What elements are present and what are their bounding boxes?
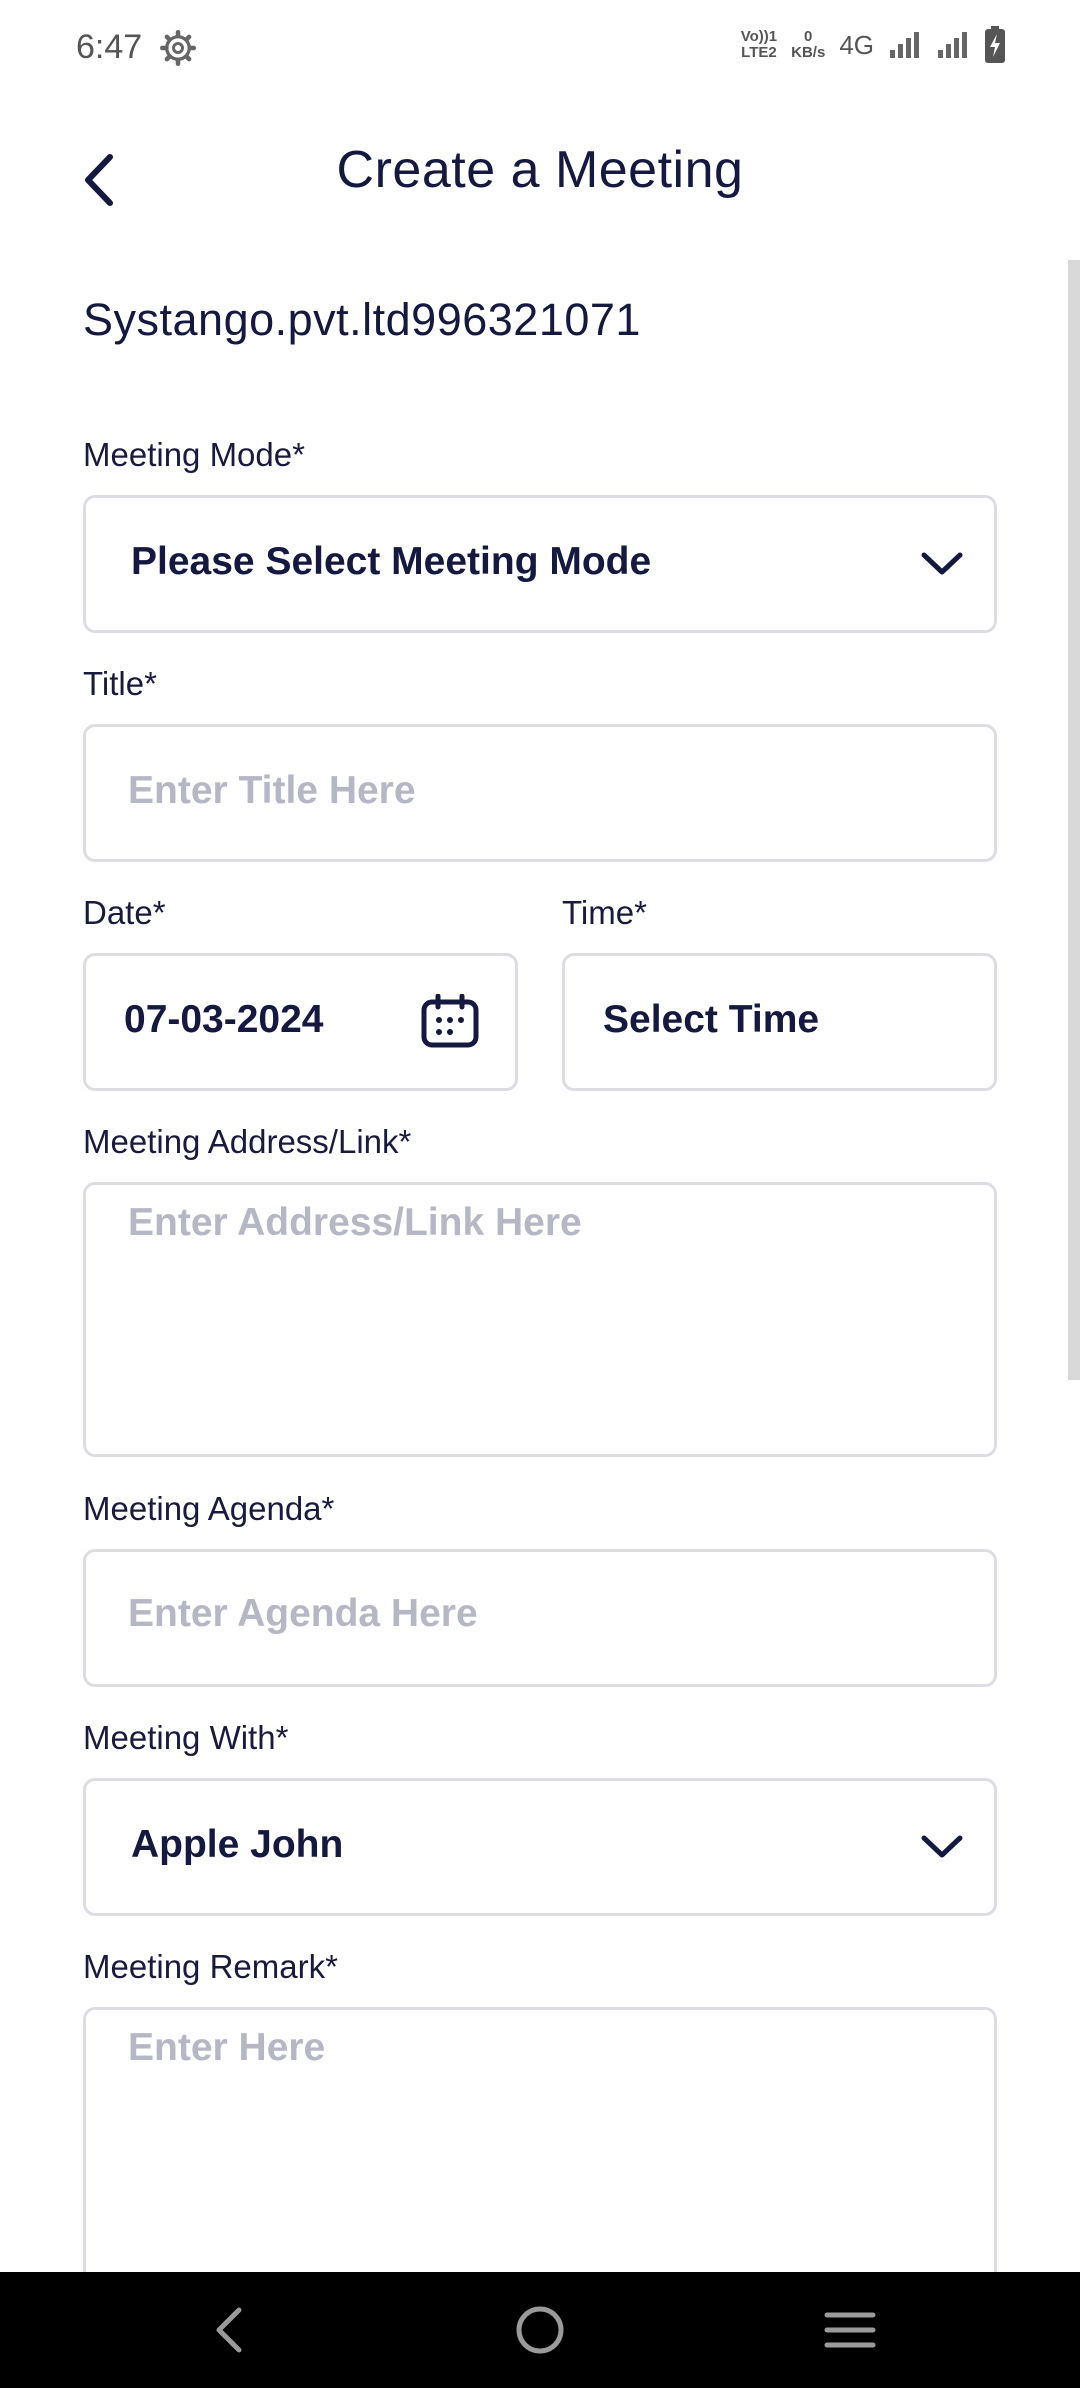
status-bar: 6:47 Vo))1 LTE2 0 KB/s 4G xyxy=(0,0,1080,100)
time-picker[interactable]: Select Time xyxy=(562,953,997,1091)
remark-placeholder: Enter Here xyxy=(128,2026,326,2069)
signal-icon-2 xyxy=(938,32,967,58)
page-title: Create a Meeting xyxy=(336,141,744,199)
meeting-mode-label: Meeting Mode* xyxy=(83,436,305,473)
title-input[interactable]: Enter Title Here xyxy=(83,724,997,862)
agenda-label: Meeting Agenda* xyxy=(83,1490,335,1527)
volte-top: Vo))1 xyxy=(740,28,778,45)
time-value: Select Time xyxy=(603,998,820,1041)
signal-icon xyxy=(890,32,919,58)
title-label: Title* xyxy=(83,665,157,702)
scrollbar[interactable] xyxy=(1068,260,1080,1380)
status-indicators: Vo))1 LTE2 0 KB/s 4G xyxy=(741,26,1006,64)
meeting-with-dropdown[interactable]: Apple John xyxy=(83,1778,997,1916)
calendar-icon[interactable] xyxy=(421,994,479,1048)
volte-indicator: Vo))1 LTE2 xyxy=(741,29,777,61)
date-picker[interactable]: 07-03-2024 xyxy=(83,953,518,1091)
agenda-input[interactable]: Enter Agenda Here xyxy=(83,1549,997,1687)
address-label: Meeting Address/Link* xyxy=(83,1123,412,1160)
gear-icon xyxy=(160,30,196,66)
meeting-with-label: Meeting With* xyxy=(83,1719,289,1756)
company-name: Systango.pvt.ltd996321071 xyxy=(83,294,641,345)
network-speed: 0 KB/s xyxy=(791,29,825,61)
remark-label: Meeting Remark* xyxy=(83,1948,338,1985)
chevron-down-icon xyxy=(921,552,963,575)
time-label: Time* xyxy=(562,894,647,931)
volte-bottom: LTE2 xyxy=(741,44,777,61)
nav-back-button[interactable] xyxy=(198,2300,258,2360)
chevron-down-icon xyxy=(921,1835,963,1858)
remark-textarea[interactable]: Enter Here xyxy=(83,2007,997,2307)
meeting-mode-value: Please Select Meeting Mode xyxy=(131,540,652,583)
meeting-with-value: Apple John xyxy=(131,1823,344,1866)
nav-menu-button[interactable] xyxy=(820,2300,880,2360)
network-type: 4G xyxy=(839,29,874,60)
date-value: 07-03-2024 xyxy=(124,998,324,1041)
nav-home-icon xyxy=(516,2306,564,2354)
date-label: Date* xyxy=(83,894,166,931)
meeting-mode-dropdown[interactable]: Please Select Meeting Mode xyxy=(83,495,997,633)
system-nav-bar xyxy=(0,2272,1080,2388)
app-header: Create a Meeting xyxy=(0,120,1080,230)
title-placeholder: Enter Title Here xyxy=(128,769,416,812)
address-placeholder: Enter Address/Link Here xyxy=(128,1201,582,1244)
agenda-placeholder: Enter Agenda Here xyxy=(128,1592,478,1635)
address-textarea[interactable]: Enter Address/Link Here xyxy=(83,1182,997,1457)
status-time: 6:47 xyxy=(76,28,143,66)
menu-icon xyxy=(824,2312,876,2348)
nav-back-icon xyxy=(216,2307,242,2353)
nav-home-button[interactable] xyxy=(510,2300,570,2360)
speed-unit: KB/s xyxy=(791,44,826,61)
battery-icon xyxy=(985,26,1005,63)
speed-value: 0 xyxy=(804,28,813,45)
